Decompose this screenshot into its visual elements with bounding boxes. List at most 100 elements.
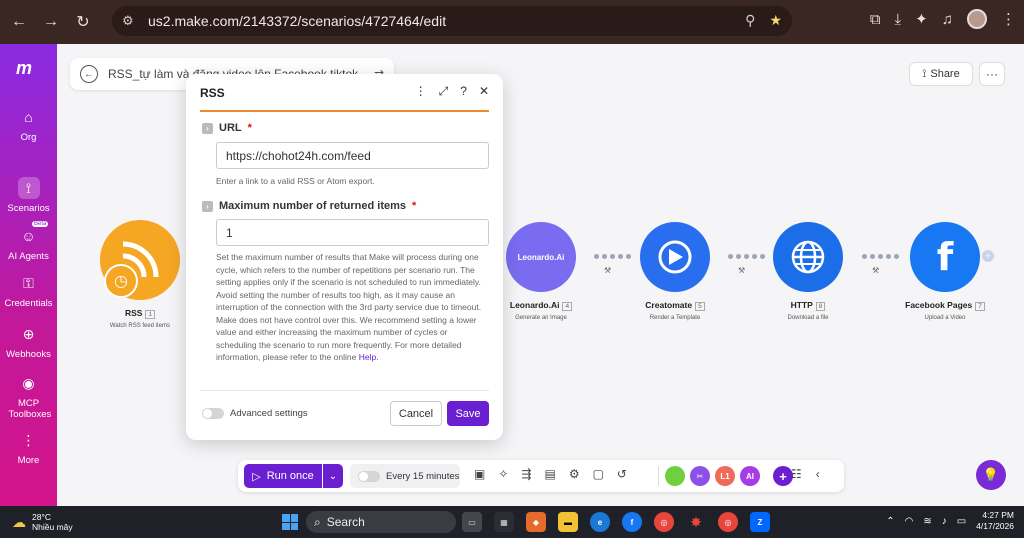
- save-disk-icon[interactable]: ▣: [474, 467, 485, 481]
- sidebar-item-credentials[interactable]: ⚿ Credentials: [0, 272, 57, 309]
- http-globe-icon[interactable]: [773, 222, 843, 292]
- wifi-icon[interactable]: ≋: [923, 516, 931, 527]
- history-icon[interactable]: ↺: [617, 467, 627, 481]
- extensions-icon[interactable]: ⧉: [870, 11, 881, 28]
- checklist-icon[interactable]: ☷: [791, 467, 802, 481]
- chrome-icon[interactable]: ◎: [654, 512, 674, 532]
- max-items-label: › Maximum number of returned items *: [202, 200, 416, 212]
- share-button[interactable]: ⟟ Share: [909, 62, 973, 86]
- sidebar-item-more[interactable]: ⋮ More: [0, 429, 57, 466]
- ai-app-icon[interactable]: AI: [740, 466, 760, 486]
- creatomate-icon[interactable]: [640, 222, 710, 292]
- weather-widget[interactable]: ☁ 28°C Nhiều mây: [12, 512, 73, 532]
- file-explorer-icon[interactable]: ▬: [558, 512, 578, 532]
- wrench-icon[interactable]: ⚒: [738, 266, 745, 275]
- more-options-button[interactable]: ···: [979, 62, 1005, 86]
- chevron-right-icon[interactable]: ›: [202, 122, 213, 134]
- globe-icon: ⊕: [22, 326, 35, 342]
- address-bar[interactable]: ⚙ us2.make.com/2143372/scenarios/4727464…: [112, 6, 792, 36]
- data-store-icon[interactable]: ▤: [544, 467, 555, 481]
- help-link[interactable]: Help.: [359, 352, 379, 362]
- module-leonardo[interactable]: Leonardo.Ai Leonardo.Ai 4 Generate an Ima…: [503, 222, 579, 321]
- zoom-icon[interactable]: ⚲: [745, 12, 755, 29]
- task-view-icon[interactable]: ▭: [462, 512, 482, 532]
- toolbar-divider: [658, 466, 659, 486]
- beta-badge: Beta: [32, 221, 49, 227]
- taskbar-search[interactable]: ⌕ Search: [306, 511, 456, 533]
- dialog-title: RSS: [200, 86, 225, 100]
- leonardo-icon[interactable]: Leonardo.Ai: [506, 222, 576, 292]
- sidebar-item-org[interactable]: ⌂ Org: [0, 106, 57, 143]
- browser-menu-icon[interactable]: ⋮: [1001, 10, 1016, 28]
- media-control-icon[interactable]: ♫: [942, 11, 953, 28]
- settings-gear-icon[interactable]: ⚙: [569, 467, 580, 481]
- expand-icon[interactable]: ⤢: [439, 84, 449, 99]
- module-rss[interactable]: ◷ RSS 1 Watch RSS feed items: [93, 220, 187, 329]
- forward-icon[interactable]: →: [38, 9, 64, 35]
- lightbulb-icon[interactable]: 💡: [976, 460, 1006, 490]
- back-icon[interactable]: ←: [6, 9, 32, 35]
- schedule-control[interactable]: Every 15 minutes: [350, 464, 460, 488]
- clock[interactable]: 4:27 PM 4/17/2026: [976, 510, 1014, 532]
- schedule-toggle[interactable]: [358, 470, 380, 482]
- copilot-icon[interactable]: ◆: [526, 512, 546, 532]
- performance-icon[interactable]: ✦: [915, 10, 928, 28]
- run-options-chevron-icon[interactable]: ⌄: [323, 464, 343, 488]
- flow-app-icon[interactable]: ✂: [690, 466, 710, 486]
- add-app-icon[interactable]: +: [773, 466, 793, 486]
- run-once-button[interactable]: ▷ Run once: [244, 464, 322, 488]
- back-arrow-icon[interactable]: ←: [80, 65, 98, 83]
- text-parser-app-icon[interactable]: L1: [715, 466, 735, 486]
- save-button[interactable]: Save: [447, 401, 489, 426]
- download-icon[interactable]: ⤓: [895, 11, 902, 28]
- collapse-chevron-icon[interactable]: ‹: [816, 467, 820, 481]
- rss-icon[interactable]: ◷: [100, 220, 180, 300]
- module-creatomate[interactable]: Creatomate 5 Render a Template: [637, 222, 713, 321]
- edge-icon[interactable]: e: [590, 512, 610, 532]
- sidebar-item-scenarios[interactable]: ⟟ Scenarios: [0, 177, 57, 214]
- magic-wand-icon[interactable]: ✧: [498, 467, 508, 481]
- more-vertical-icon[interactable]: ⋮: [415, 84, 427, 99]
- wrench-icon[interactable]: ⚒: [604, 266, 611, 275]
- battery-icon[interactable]: ▭: [957, 516, 966, 527]
- network-icon[interactable]: ◠: [905, 516, 914, 527]
- advanced-settings-toggle[interactable]: [202, 408, 224, 419]
- reload-icon[interactable]: ↻: [70, 9, 96, 35]
- tools-app-icon[interactable]: [665, 466, 685, 486]
- volume-icon[interactable]: ♪: [942, 516, 947, 527]
- share-icon: ⟟: [922, 67, 927, 80]
- sidebar-item-mcp-toolboxes[interactable]: ◉ MCP Toolboxes: [0, 372, 57, 420]
- facebook-taskbar-icon[interactable]: f: [622, 512, 642, 532]
- cancel-button[interactable]: Cancel: [390, 401, 442, 426]
- sidebar-item-ai-agents[interactable]: ☺ Beta AI Agents: [0, 221, 57, 262]
- chrome-profile-icon[interactable]: ◎: [718, 512, 738, 532]
- chevron-up-icon[interactable]: ⌃: [886, 516, 894, 527]
- max-items-input[interactable]: 1: [216, 219, 489, 246]
- chevron-right-icon[interactable]: ›: [202, 200, 213, 212]
- url-label: › URL *: [202, 122, 252, 134]
- close-icon[interactable]: ✕: [479, 84, 489, 99]
- widgets-icon[interactable]: ▦: [494, 512, 514, 532]
- bookmark-star-icon[interactable]: ★: [769, 12, 782, 29]
- add-module-icon[interactable]: +: [982, 250, 994, 262]
- notes-icon[interactable]: ▢: [593, 467, 604, 481]
- windows-start-icon[interactable]: [282, 514, 298, 530]
- app-spark-icon[interactable]: ✸: [686, 512, 706, 532]
- module-http[interactable]: HTTP 8 Download a file: [770, 222, 846, 321]
- wrench-icon[interactable]: ⚒: [872, 266, 879, 275]
- facebook-icon[interactable]: f: [910, 222, 980, 292]
- sidebar-item-webhooks[interactable]: ⊕ Webhooks: [0, 323, 57, 360]
- clock-trigger-icon[interactable]: ◷: [104, 264, 138, 298]
- url-input[interactable]: https://chohot24h.com/feed: [216, 142, 489, 169]
- make-logo[interactable]: m: [16, 58, 32, 79]
- advanced-settings-toggle-row[interactable]: Advanced settings: [202, 408, 308, 419]
- cloud-sun-icon: ☁: [12, 513, 26, 530]
- help-icon[interactable]: ?: [460, 84, 467, 99]
- flow-control-icon[interactable]: ⇶: [521, 467, 531, 481]
- site-info-icon[interactable]: ⚙: [122, 13, 142, 29]
- module-facebook-pages[interactable]: f Facebook Pages 7 Upload a Video: [905, 222, 985, 321]
- rss-settings-dialog: RSS ⋮ ⤢ ? ✕ › URL * https://chohot24h.com…: [186, 74, 503, 440]
- profile-avatar[interactable]: [967, 9, 987, 29]
- zalo-icon[interactable]: Z: [750, 512, 770, 532]
- connection-dots: [862, 254, 899, 260]
